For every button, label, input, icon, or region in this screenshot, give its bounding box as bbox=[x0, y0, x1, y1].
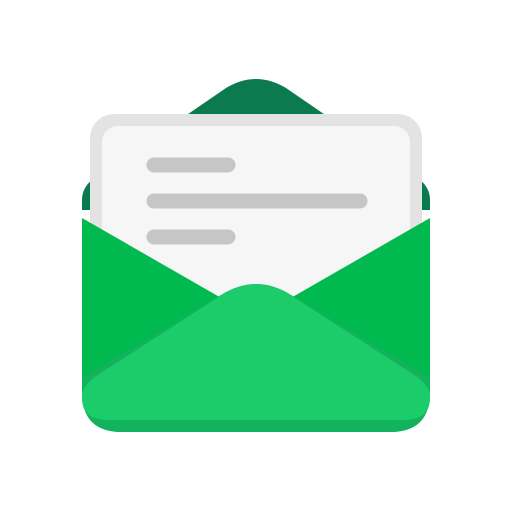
icon-canvas bbox=[0, 0, 512, 512]
open-envelope-icon bbox=[82, 79, 430, 432]
